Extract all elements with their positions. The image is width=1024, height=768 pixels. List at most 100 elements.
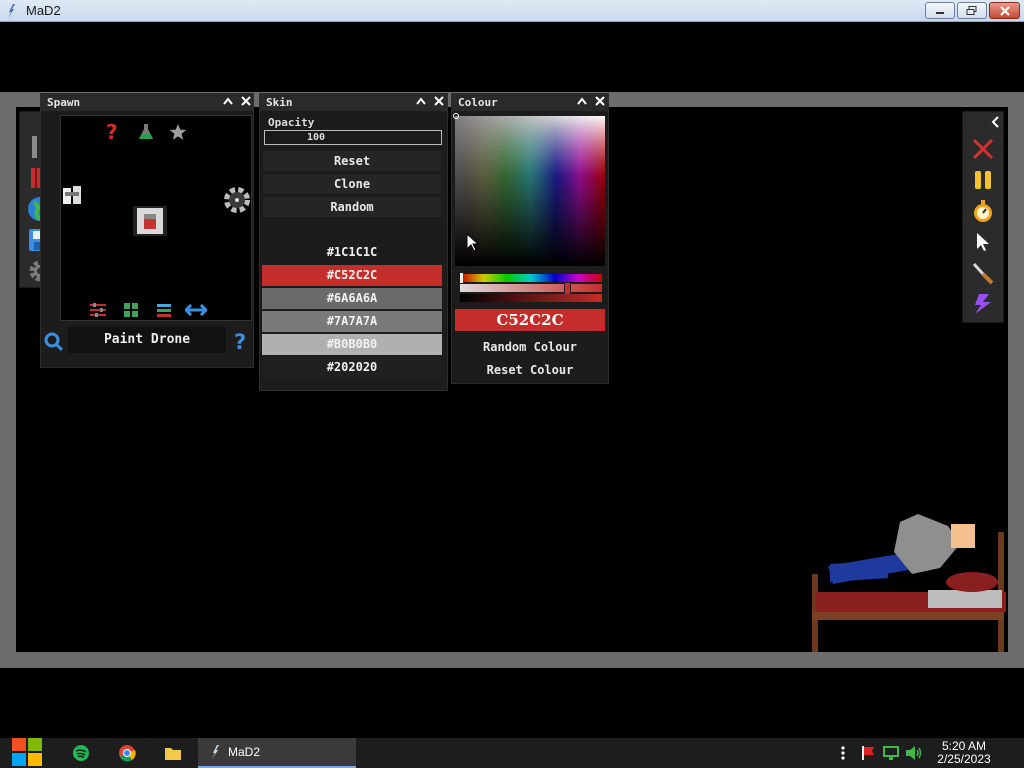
close-icon bbox=[595, 96, 605, 106]
start-button[interactable] bbox=[8, 738, 46, 768]
random-colour-button[interactable]: Random Colour bbox=[455, 337, 605, 358]
file-explorer-taskbar-button[interactable] bbox=[158, 738, 188, 768]
mad2-taskbar-button[interactable]: MaD2 bbox=[198, 738, 356, 768]
clone-button[interactable]: Clone bbox=[263, 174, 441, 194]
window-title: MaD2 bbox=[26, 3, 61, 18]
minimize-icon bbox=[936, 11, 944, 14]
help-button[interactable]: ? bbox=[232, 330, 252, 354]
taskbar: MaD2 5:20 AM 2/25/2023 bbox=[0, 738, 1024, 768]
hue-handle[interactable] bbox=[460, 273, 463, 283]
reset-colour-button[interactable]: Reset Colour bbox=[455, 360, 605, 381]
chevron-up-icon bbox=[416, 97, 426, 105]
sliders-icon[interactable] bbox=[88, 302, 108, 318]
knife-icon bbox=[972, 262, 994, 285]
gear-item[interactable] bbox=[223, 186, 251, 214]
hex-value[interactable]: C52C2C bbox=[455, 309, 605, 331]
collapse-button[interactable] bbox=[413, 95, 429, 110]
close-x-icon bbox=[972, 138, 994, 160]
chevron-up-icon bbox=[577, 97, 587, 105]
close-icon bbox=[434, 96, 444, 106]
window-titlebar: MaD2 bbox=[0, 0, 1024, 22]
help-icon: ? bbox=[234, 330, 246, 354]
brightness-slider[interactable] bbox=[460, 294, 602, 302]
grid-icon[interactable] bbox=[123, 302, 139, 318]
system-clock[interactable]: 5:20 AM 2/25/2023 bbox=[928, 740, 1000, 766]
pause-icon bbox=[975, 171, 991, 189]
opacity-label: Opacity bbox=[268, 116, 315, 129]
swatch-button-selected[interactable]: #C52C2C bbox=[262, 265, 442, 286]
show-hidden-icons-button[interactable] bbox=[836, 738, 850, 768]
drone-item[interactable] bbox=[133, 204, 167, 238]
swap-arrows-icon[interactable] bbox=[185, 304, 207, 316]
lightning-icon bbox=[975, 294, 991, 314]
minimize-button[interactable] bbox=[925, 2, 955, 19]
selected-item-name: Paint Drone bbox=[68, 327, 226, 353]
time-scale-button[interactable] bbox=[970, 198, 996, 224]
skin-panel-title: Skin bbox=[266, 96, 293, 109]
folder-icon bbox=[165, 748, 181, 760]
hue-slider[interactable] bbox=[460, 274, 602, 282]
spawn-panel-header[interactable]: Spawn bbox=[41, 94, 253, 111]
more-vertical-icon bbox=[841, 746, 845, 760]
close-icon bbox=[241, 96, 251, 106]
mad2-taskbar-label: MaD2 bbox=[228, 745, 261, 759]
pointer-icon bbox=[977, 233, 989, 251]
skin-panel-header[interactable]: Skin bbox=[260, 94, 447, 111]
volume-button[interactable] bbox=[904, 738, 924, 768]
collapse-toolbar-button[interactable] bbox=[987, 114, 1003, 128]
close-icon bbox=[999, 5, 1010, 16]
svg-text:?: ? bbox=[106, 122, 118, 142]
network-button[interactable] bbox=[881, 738, 901, 768]
flask-icon[interactable] bbox=[137, 123, 155, 141]
restore-icon bbox=[966, 5, 977, 15]
spotify-taskbar-button[interactable] bbox=[66, 738, 96, 768]
swatch-button[interactable]: #6A6A6A bbox=[262, 288, 442, 309]
close-panel-button[interactable] bbox=[431, 95, 447, 110]
mouse-cursor bbox=[466, 233, 480, 252]
star-icon[interactable] bbox=[169, 123, 187, 141]
chrome-icon bbox=[119, 745, 136, 762]
action-center-button[interactable] bbox=[858, 738, 878, 768]
knife-tool-button[interactable] bbox=[970, 260, 996, 286]
chrome-taskbar-button[interactable] bbox=[112, 738, 142, 768]
opacity-field[interactable]: 100 bbox=[264, 130, 442, 145]
right-toolbar bbox=[962, 111, 1004, 323]
ragdoll-item[interactable] bbox=[61, 184, 83, 208]
random-button[interactable]: Random bbox=[263, 197, 441, 217]
question-icon[interactable]: ? bbox=[105, 122, 121, 142]
flag-icon bbox=[862, 746, 874, 760]
close-window-button[interactable] bbox=[989, 2, 1020, 19]
app-icon bbox=[212, 745, 219, 759]
windows-logo-icon bbox=[12, 738, 42, 766]
svg-text:?: ? bbox=[234, 330, 246, 352]
spawn-panel: Spawn ? Paint Drone ? bbox=[40, 93, 254, 368]
select-tool-button[interactable] bbox=[970, 229, 996, 255]
chevron-left-icon bbox=[991, 116, 999, 128]
speaker-icon bbox=[906, 746, 922, 760]
close-panel-button[interactable] bbox=[592, 95, 608, 110]
stopwatch-icon bbox=[974, 200, 992, 222]
swatch-button[interactable]: #1C1C1C bbox=[262, 242, 442, 263]
spawn-panel-title: Spawn bbox=[47, 96, 81, 109]
search-icon bbox=[44, 332, 64, 352]
picker-handle[interactable] bbox=[453, 113, 459, 119]
delete-tool-button[interactable] bbox=[970, 136, 996, 162]
list-icon[interactable] bbox=[156, 302, 172, 318]
colour-panel-header[interactable]: Colour bbox=[452, 94, 608, 111]
ragdoll-bed-scene bbox=[812, 514, 1006, 652]
close-panel-button[interactable] bbox=[238, 95, 254, 110]
collapse-button[interactable] bbox=[574, 95, 590, 110]
saturation-slider[interactable] bbox=[460, 284, 602, 292]
restore-button[interactable] bbox=[957, 2, 987, 19]
swatch-button[interactable]: #202020 bbox=[262, 357, 442, 378]
swatch-button[interactable]: #B0B0B0 bbox=[262, 334, 442, 355]
collapse-button[interactable] bbox=[220, 95, 236, 110]
pause-button[interactable] bbox=[970, 167, 996, 193]
swatch-button[interactable]: #7A7A7A bbox=[262, 311, 442, 332]
spawn-grid: ? bbox=[60, 115, 252, 321]
spotify-icon bbox=[73, 745, 89, 761]
search-button[interactable] bbox=[44, 332, 64, 352]
reset-button[interactable]: Reset bbox=[263, 151, 441, 171]
skin-panel: Skin Opacity 100 Reset Clone Random #1C1… bbox=[259, 93, 448, 391]
power-tool-button[interactable] bbox=[970, 291, 996, 317]
